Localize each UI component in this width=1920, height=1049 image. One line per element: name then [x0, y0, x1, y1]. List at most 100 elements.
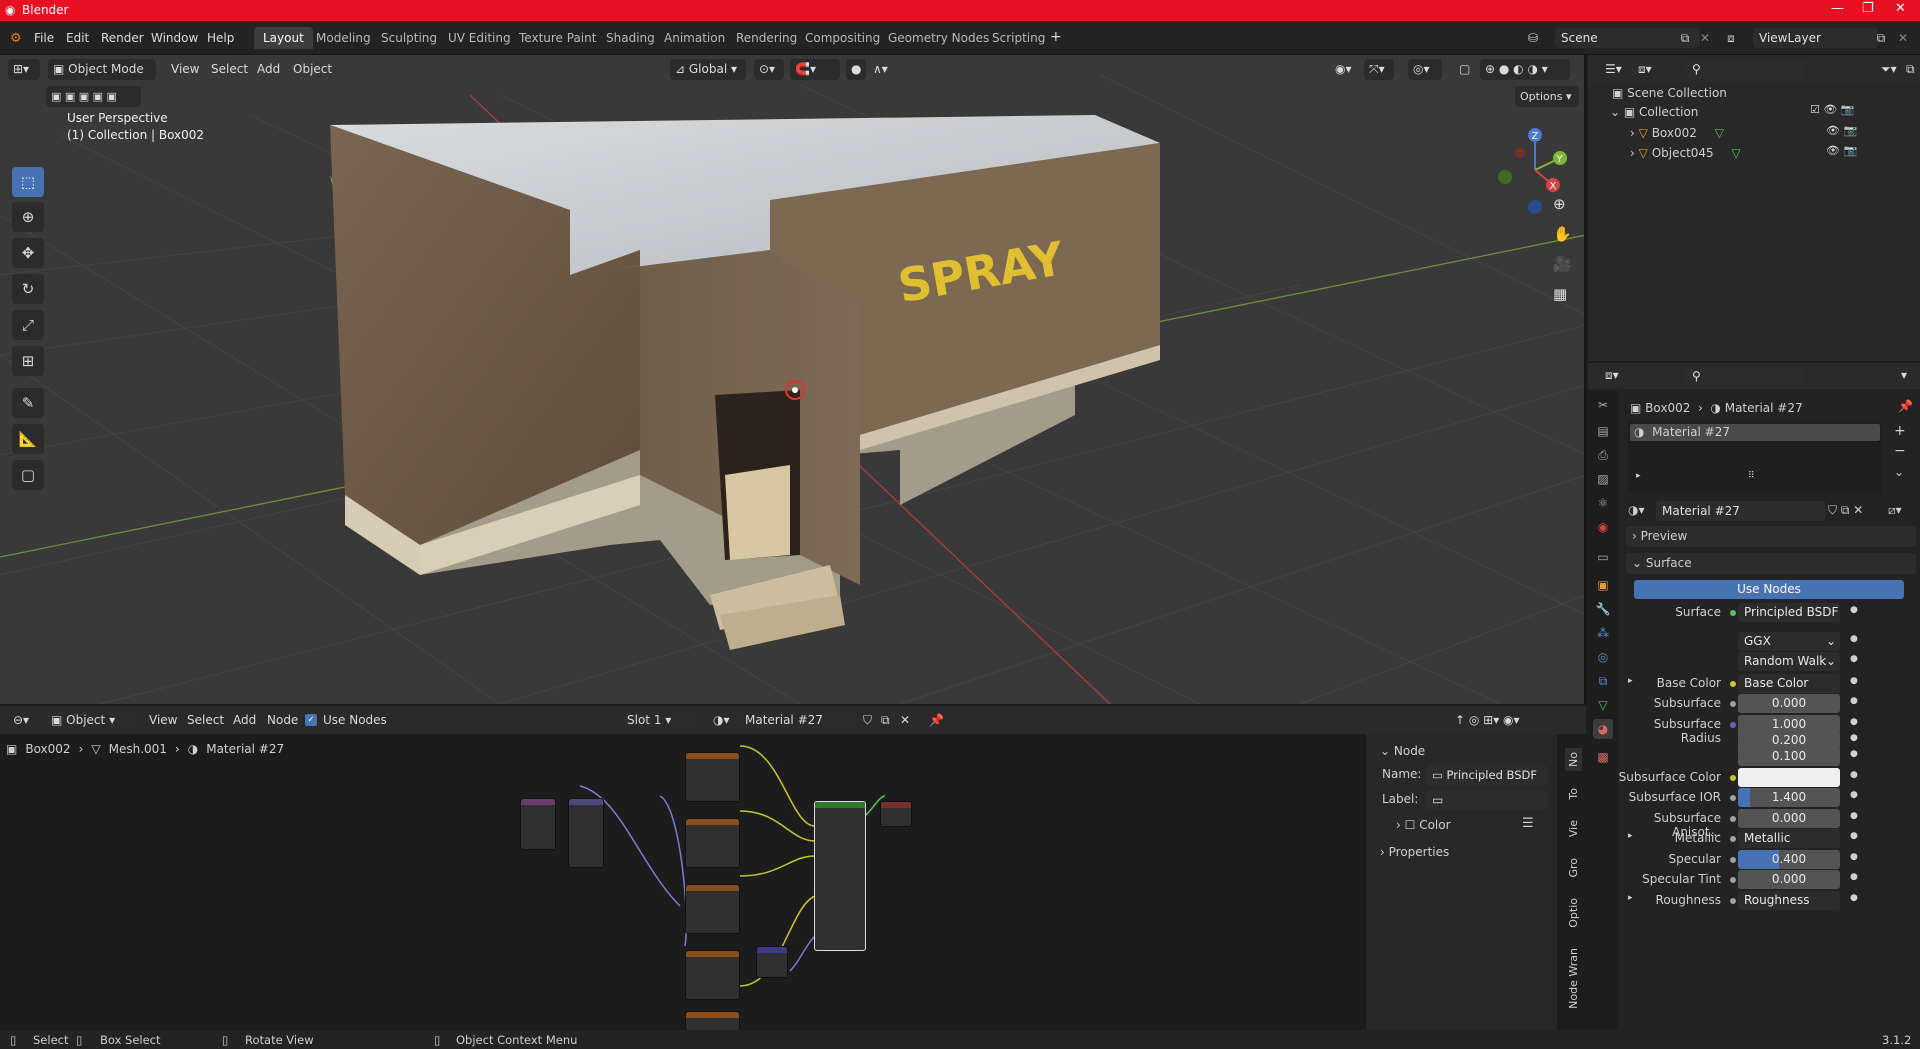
box002-visibility-icons[interactable]: 👁 📷 [1826, 124, 1857, 137]
add-cube-tool[interactable]: ▢ [12, 460, 44, 490]
new-collection-icon[interactable]: ⧉ [1901, 59, 1920, 80]
editor-type-icon[interactable]: ⊞▾ [8, 59, 40, 80]
filter-icon[interactable]: ⏷▾ [1876, 59, 1902, 80]
menu-render[interactable]: Render [101, 31, 144, 45]
keyframe-dot-icon[interactable]: ● [1850, 605, 1858, 615]
world-tab-icon[interactable]: ◉ [1593, 517, 1613, 537]
color-presets-icon[interactable]: ☰ [1522, 816, 1534, 831]
display-mode-icon[interactable]: ⧈▾ [1633, 59, 1657, 80]
node-principled-bsdf[interactable] [814, 801, 866, 951]
viewport-menu-object[interactable]: Object [288, 59, 337, 80]
pin-icon[interactable]: 📌 [1898, 399, 1913, 413]
pivot-icon[interactable]: ⊙▾ [754, 59, 784, 80]
properties-search[interactable]: ⚲ [1686, 366, 1806, 386]
tab-shading[interactable]: Shading [597, 27, 664, 49]
keyframe-dot-icon[interactable]: ● [1850, 634, 1858, 644]
add-workspace-icon[interactable]: + [1050, 29, 1062, 45]
transform-orientation-dropdown[interactable]: ⊿ Global ▾ [670, 59, 746, 80]
prop-dropdown[interactable]: GGX ⌄ [1738, 632, 1840, 651]
expand-socket-icon[interactable]: ▸ [1628, 676, 1633, 686]
prop-value-field[interactable]: 0.000 [1738, 870, 1840, 889]
data-tab-icon[interactable]: ▽ [1593, 695, 1613, 715]
keyframe-dot-icon[interactable]: ● [1850, 717, 1858, 727]
tab-geometry-nodes[interactable]: Geometry Nodes [879, 27, 998, 49]
proportional-edit-icon[interactable]: ● [846, 59, 866, 80]
keyframe-dot-icon[interactable]: ● [1850, 654, 1858, 664]
material-slot-item[interactable]: ◑ Material #27 [1630, 424, 1880, 441]
shading-modes[interactable]: ⊕ ● ◐ ◑ ▾ [1480, 59, 1570, 80]
tab-scripting[interactable]: Scripting [983, 27, 1054, 49]
transform-tool[interactable]: ⊞ [12, 346, 44, 376]
keyframe-dot-icon[interactable]: ● [1850, 872, 1858, 882]
select-box-tool[interactable]: ⬚ [12, 167, 44, 197]
material-tab-icon[interactable]: ◕ [1593, 719, 1613, 739]
xray-icon[interactable]: ▢ [1454, 59, 1474, 80]
node-editor-options[interactable]: ↑ ◎ ⊞▾ ◉▾ [1450, 710, 1550, 731]
tab-uv-editing[interactable]: UV Editing [439, 27, 520, 49]
properties-options-icon[interactable]: ▾ [1896, 365, 1912, 386]
node-section-header[interactable]: ⌄ Node [1380, 744, 1425, 758]
delete-scene-icon[interactable]: ✕ [1696, 29, 1714, 47]
tab-view[interactable]: Vie [1565, 816, 1582, 841]
new-scene-icon[interactable]: ⧉ [1676, 29, 1694, 47]
object-tab-icon[interactable]: ▣ [1593, 575, 1613, 595]
outliner-scene-collection[interactable]: ▣ Scene Collection [1612, 86, 1727, 100]
keyframe-dot-icon[interactable]: ● [1850, 852, 1858, 862]
modifier-tab-icon[interactable]: 🔧 [1593, 599, 1613, 619]
material-buttons[interactable]: ⛉ ⧉ ✕ [1828, 503, 1863, 518]
node-image-texture-1[interactable] [685, 752, 740, 802]
keyframe-dot-icon[interactable]: ● [1850, 790, 1858, 800]
material-link-dropdown[interactable]: ⧄▾ [1888, 503, 1902, 518]
material-data-field[interactable]: Material #27 [1656, 501, 1826, 521]
collection-tab-icon[interactable]: ▭ [1593, 547, 1613, 567]
color-subpanel[interactable]: › ☐ Color [1396, 818, 1451, 832]
keyframe-dot-icon[interactable]: ● [1850, 811, 1858, 821]
prop-color-swatch[interactable] [1738, 768, 1840, 787]
outliner-search[interactable]: ⚲ [1686, 59, 1806, 79]
use-nodes-button[interactable]: Use Nodes [1634, 580, 1904, 599]
prop-linked-input[interactable]: Principled BSDF [1738, 603, 1840, 622]
node-mapping-b[interactable] [568, 798, 604, 868]
node-material-output[interactable] [880, 801, 912, 827]
scene-tab-icon[interactable]: ⚛ [1593, 493, 1613, 513]
node-image-texture-4[interactable] [685, 950, 740, 1000]
camera-icon[interactable]: 🎥 [1553, 255, 1572, 273]
viewlayer-field[interactable]: ViewLayer [1753, 28, 1878, 48]
node-label-field[interactable]: ▭ [1426, 790, 1548, 810]
keyframe-dot-icon[interactable]: ● [1850, 770, 1858, 780]
node-image-texture-2[interactable] [685, 818, 740, 868]
tab-sculpting[interactable]: Sculpting [372, 27, 446, 49]
properties-editor-icon[interactable]: ⧈▾ [1600, 365, 1624, 386]
prop-linked-input[interactable]: Roughness [1738, 891, 1840, 910]
tab-group[interactable]: Gro [1565, 854, 1582, 882]
outliner-collection[interactable]: ⌄ ▣ Collection [1610, 105, 1698, 119]
visibility-icon[interactable]: ◉▾ [1330, 59, 1360, 80]
close-icon[interactable]: ✕ [1895, 1, 1906, 16]
particles-tab-icon[interactable]: ⁂ [1593, 623, 1613, 643]
constraints-tab-icon[interactable]: ⧉ [1593, 671, 1613, 691]
expand-socket-icon[interactable]: ▸ [1628, 893, 1633, 903]
grid-view-icon[interactable]: ▦ [1553, 285, 1567, 303]
remove-slot-icon[interactable]: − [1894, 443, 1906, 459]
expand-list-icon[interactable]: ▸ [1636, 471, 1641, 481]
tool-tab-icon[interactable]: ✂ [1593, 395, 1613, 415]
delete-viewlayer-icon[interactable]: ✕ [1894, 29, 1912, 47]
tab-modeling[interactable]: Modeling [307, 27, 380, 49]
prop-dropdown[interactable]: Random Walk ⌄ [1738, 652, 1840, 671]
scene-icon[interactable]: ⛁ [1524, 29, 1542, 47]
node-image-texture-5[interactable] [685, 1011, 740, 1030]
list-resize-handle[interactable]: ⠿ [1748, 471, 1755, 481]
keyframe-dot-icon[interactable]: ● [1850, 893, 1858, 903]
tab-node[interactable]: No [1565, 748, 1582, 771]
scale-tool[interactable]: ⤢ [12, 310, 44, 340]
node-image-texture-3[interactable] [685, 884, 740, 934]
tab-node-wrangler[interactable]: Node Wran [1565, 944, 1582, 1013]
prop-linked-input[interactable]: Metallic [1738, 829, 1840, 848]
tab-tool[interactable]: To [1565, 784, 1582, 804]
keyframe-dot-icon[interactable]: ● [1850, 676, 1858, 686]
falloff-icon[interactable]: ∧▾ [868, 59, 892, 80]
viewport-menu-select[interactable]: Select [206, 59, 253, 80]
menu-window[interactable]: Window [151, 31, 198, 45]
object045-visibility-icons[interactable]: 👁 📷 [1826, 144, 1857, 157]
keyframe-dot-icon[interactable]: ● [1850, 733, 1858, 743]
